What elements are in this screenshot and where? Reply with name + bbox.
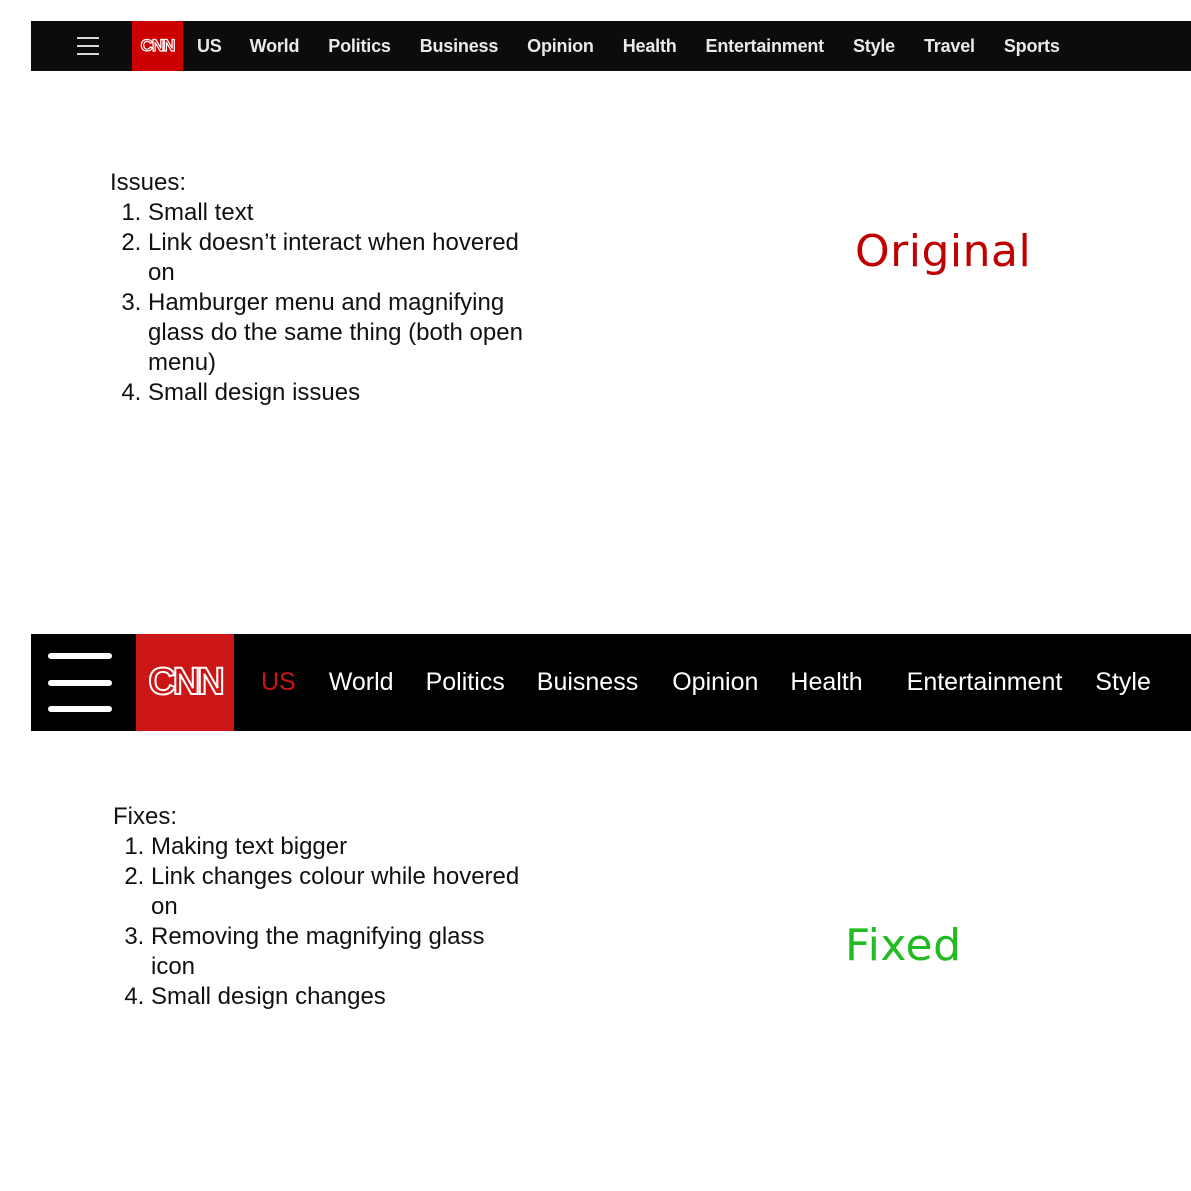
nav-link-health[interactable]: Health [623, 36, 677, 57]
fixes-heading: Fixes: [113, 803, 178, 830]
nav-link-style[interactable]: Style [853, 36, 895, 57]
issue-item: Hamburger menu and magnifying glass do t… [148, 288, 530, 378]
issue-item: Small design issues [148, 378, 530, 408]
original-nav-links: US World Politics Business Opinion Healt… [197, 21, 1060, 71]
nav-link-opinion[interactable]: Opinion [672, 668, 758, 697]
nav-link-politics[interactable]: Politics [426, 668, 505, 697]
fix-item: Link changes colour while hovered on [151, 862, 533, 922]
fixes-notes: Fixes: Making text bigger Link changes c… [113, 802, 533, 1012]
fix-item: Removing the magnifying glass icon [151, 922, 533, 982]
nav-link-world[interactable]: World [250, 36, 300, 57]
hamburger-menu-icon[interactable] [77, 35, 99, 57]
nav-link-us[interactable]: US [197, 36, 222, 57]
nav-link-politics[interactable]: Politics [328, 36, 391, 57]
original-label: Original [855, 226, 1032, 277]
cnn-logo[interactable]: CNN [136, 634, 234, 731]
nav-link-business[interactable]: Business [420, 36, 499, 57]
nav-link-business[interactable]: Buisness [537, 668, 638, 697]
cnn-logo-text: CNN [140, 35, 176, 55]
fixed-label: Fixed [845, 920, 962, 971]
issue-item: Small text [148, 198, 530, 228]
issue-item: Link doesn’t interact when hovered on [148, 228, 530, 288]
cnn-logo-text: CNN [147, 660, 225, 704]
nav-link-world[interactable]: World [329, 668, 394, 697]
original-nav-bar: CNN US World Politics Business Opinion H… [31, 21, 1191, 71]
nav-link-style[interactable]: Style [1095, 668, 1151, 697]
nav-link-health[interactable]: Health [790, 668, 862, 697]
fix-item: Small design changes [151, 982, 533, 1012]
issues-notes: Issues: Small text Link doesn’t interact… [110, 168, 530, 408]
nav-link-entertainment[interactable]: Entertainment [907, 668, 1063, 697]
fixed-nav-bar: CNN US World Politics Buisness Opinion H… [31, 634, 1191, 731]
nav-link-sports[interactable]: Sports [1004, 36, 1060, 57]
fixes-list: Making text bigger Link changes colour w… [113, 832, 533, 1012]
nav-link-travel[interactable]: Travel [924, 36, 975, 57]
nav-link-entertainment[interactable]: Entertainment [706, 36, 825, 57]
fixed-nav-links: US World Politics Buisness Opinion Healt… [261, 634, 1151, 731]
hamburger-menu-icon[interactable] [48, 653, 112, 713]
issues-list: Small text Link doesn’t interact when ho… [110, 198, 530, 408]
issues-heading: Issues: [110, 169, 187, 196]
nav-link-us[interactable]: US [261, 668, 296, 697]
nav-link-opinion[interactable]: Opinion [527, 36, 594, 57]
fix-item: Making text bigger [151, 832, 533, 862]
cnn-logo[interactable]: CNN [132, 21, 183, 71]
